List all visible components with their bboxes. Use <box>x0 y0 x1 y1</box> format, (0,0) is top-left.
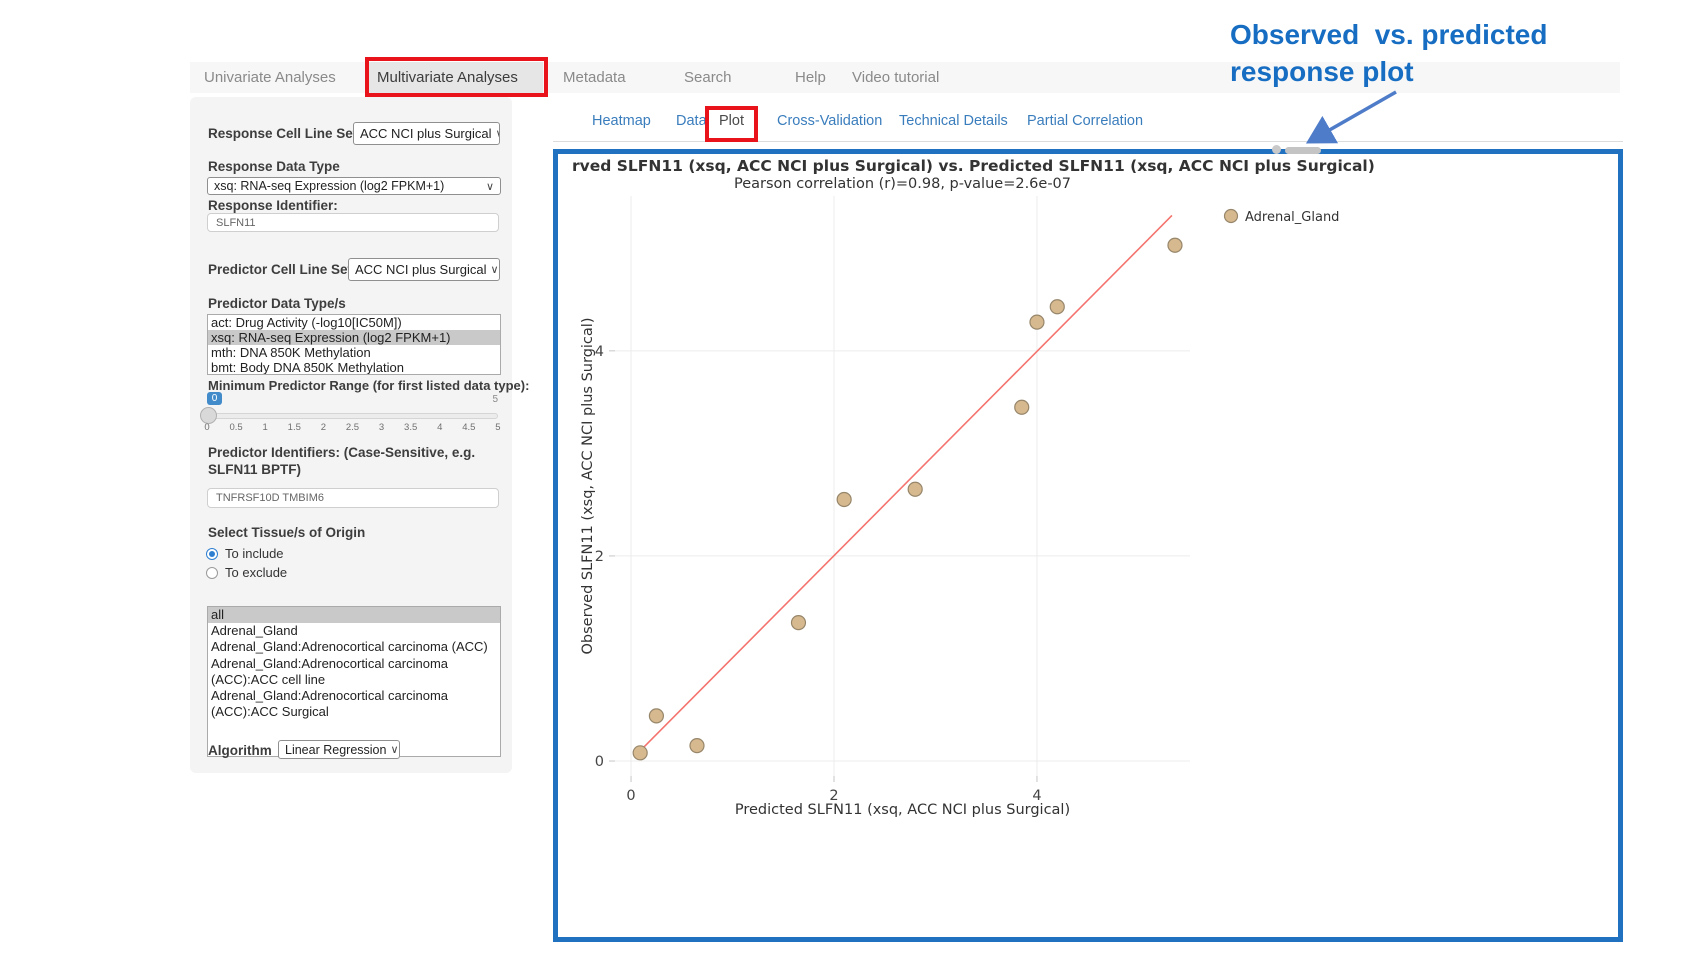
nav-item-video-tutorial[interactable]: Video tutorial <box>852 69 939 86</box>
listbox-option[interactable]: bmt: Body DNA 850K Methylation <box>208 360 500 375</box>
tab-data[interactable]: Data <box>676 113 707 129</box>
scatter-plot[interactable]: 024024rved SLFN11 (xsq, ACC NCI plus Sur… <box>558 154 1618 937</box>
tab-technical-details[interactable]: Technical Details <box>899 113 1008 129</box>
listbox-option[interactable]: act: Drug Activity (-log10[IC50M]) <box>208 315 500 330</box>
algorithm-select[interactable]: Linear Regression ∨ <box>278 740 400 759</box>
response-data-type-value: xsq: RNA-seq Expression (log2 FPKM+1) <box>214 179 444 193</box>
radio-to-include[interactable]: To include <box>206 546 284 561</box>
tab-cross-validation[interactable]: Cross-Validation <box>777 113 882 129</box>
radio-unselected-icon[interactable] <box>206 567 218 579</box>
predictor-cell-line-set-label: Predictor Cell Line Set <box>208 262 352 277</box>
response-identifier-label: Response Identifier: <box>208 198 338 213</box>
slider-tick: 0 <box>198 422 216 433</box>
slider-tick: 3 <box>373 422 391 433</box>
nav-item-metadata[interactable]: Metadata <box>563 69 626 86</box>
annotation-text: Observed vs. predicted response plot <box>1230 16 1547 90</box>
chevron-down-icon: ∨ <box>487 263 499 276</box>
listbox-option-selected[interactable]: all <box>208 607 500 623</box>
app-window: Univariate Analyses Multivariate Analyse… <box>0 0 1700 956</box>
svg-text:Pearson correlation (r)=0.98,: Pearson correlation (r)=0.98, p-value=2.… <box>734 176 1071 192</box>
red-highlight-box-nav <box>365 57 548 97</box>
slider-tick: 4 <box>431 422 449 433</box>
svg-text:0: 0 <box>626 788 635 804</box>
response-identifier-input[interactable]: SLFN11 <box>207 213 499 232</box>
response-cell-line-set-value: ACC NCI plus Surgical <box>360 126 492 141</box>
svg-text:Observed SLFN11 (xsq, ACC NCI: Observed SLFN11 (xsq, ACC NCI plus Surgi… <box>580 318 596 655</box>
listbox-option[interactable]: Adrenal_Gland:Adrenocortical carcinoma (… <box>208 656 500 688</box>
slider-value-badge: 0 <box>207 392 222 405</box>
nav-item-univariate-analyses[interactable]: Univariate Analyses <box>204 69 336 86</box>
chevron-down-icon: ∨ <box>386 743 398 756</box>
min-predictor-range-label: Minimum Predictor Range (for first liste… <box>208 378 529 393</box>
slider-tick: 0.5 <box>227 422 245 433</box>
annotation-line2: response plot <box>1230 56 1414 87</box>
listbox-option[interactable]: Adrenal_Gland:Adrenocortical carcinoma (… <box>208 639 500 655</box>
response-cell-line-set-select[interactable]: ACC NCI plus Surgical ∨ <box>353 122 500 145</box>
annotation-arrow-icon <box>1290 84 1410 154</box>
tissue-origin-listbox: all Adrenal_Gland Adrenal_Gland:Adrenoco… <box>207 606 501 757</box>
slider-tick: 5 <box>489 422 507 433</box>
algorithm-label: Algorithm <box>208 743 272 758</box>
predictor-identifiers-input[interactable]: TNFRSF10D TMBIM6 <box>207 488 499 508</box>
svg-text:Predicted SLFN11 (xsq, ACC NCI: Predicted SLFN11 (xsq, ACC NCI plus Surg… <box>735 802 1070 818</box>
tab-heatmap[interactable]: Heatmap <box>592 113 651 129</box>
nav-item-search[interactable]: Search <box>684 69 732 86</box>
algorithm-value: Linear Regression <box>285 743 386 757</box>
listbox-option[interactable]: Adrenal_Gland:Adrenocortical carcinoma (… <box>208 688 500 720</box>
scrollbar-dot[interactable] <box>1272 145 1281 154</box>
slider-tick: 2 <box>314 422 332 433</box>
response-data-type-select[interactable]: xsq: RNA-seq Expression (log2 FPKM+1) ∨ <box>207 177 501 195</box>
svg-text:4: 4 <box>595 344 604 360</box>
predictor-data-types-listbox: act: Drug Activity (-log10[IC50M]) xsq: … <box>207 314 501 375</box>
radio-to-exclude[interactable]: To exclude <box>206 565 287 580</box>
listbox-option-selected[interactable]: xsq: RNA-seq Expression (log2 FPKM+1) <box>208 330 500 345</box>
predictor-identifiers-label: Predictor Identifiers: (Case-Sensitive, … <box>208 444 500 478</box>
slider-max-label: 5 <box>492 394 498 405</box>
slider-tick: 3.5 <box>402 422 420 433</box>
min-predictor-range-slider[interactable]: 0 5 0 0.5 1 1.5 2 2.5 3 3.5 4 4.5 5 <box>207 392 498 436</box>
radio-to-include-label: To include <box>225 546 284 561</box>
listbox-option[interactable]: mth: DNA 850K Methylation <box>208 345 500 360</box>
predictor-data-types-label: Predictor Data Type/s <box>208 296 346 311</box>
slider-tick-labels: 0 0.5 1 1.5 2 2.5 3 3.5 4 4.5 5 <box>207 422 498 433</box>
radio-selected-icon[interactable] <box>206 548 218 560</box>
annotation-line1: Observed vs. predicted <box>1230 19 1547 50</box>
slider-track[interactable] <box>207 413 498 419</box>
chevron-down-icon: ∨ <box>482 180 494 193</box>
svg-text:2: 2 <box>595 549 604 565</box>
listbox-option[interactable]: Adrenal_Gland <box>208 623 500 639</box>
slider-tick: 2.5 <box>343 422 361 433</box>
predictor-cell-line-set-select[interactable]: ACC NCI plus Surgical ∨ <box>348 258 500 281</box>
chevron-down-icon: ∨ <box>492 127 501 140</box>
slider-tick: 1 <box>256 422 274 433</box>
slider-tick: 1.5 <box>285 422 303 433</box>
svg-text:Adrenal_Gland: Adrenal_Gland <box>1245 210 1339 225</box>
svg-text:rved SLFN11 (xsq, ACC NCI plus: rved SLFN11 (xsq, ACC NCI plus Surgical)… <box>572 157 1375 175</box>
tissue-origin-label: Select Tissue/s of Origin <box>208 525 365 540</box>
slider-tick: 4.5 <box>460 422 478 433</box>
red-highlight-box-plot-tab <box>705 106 758 142</box>
predictor-cell-line-set-value: ACC NCI plus Surgical <box>355 262 487 277</box>
radio-to-exclude-label: To exclude <box>225 565 287 580</box>
tab-partial-correlation[interactable]: Partial Correlation <box>1027 113 1143 129</box>
response-data-type-label: Response Data Type <box>208 159 340 174</box>
svg-text:0: 0 <box>595 754 604 770</box>
response-cell-line-set-label: Response Cell Line Set <box>208 126 357 141</box>
nav-item-help[interactable]: Help <box>795 69 826 86</box>
